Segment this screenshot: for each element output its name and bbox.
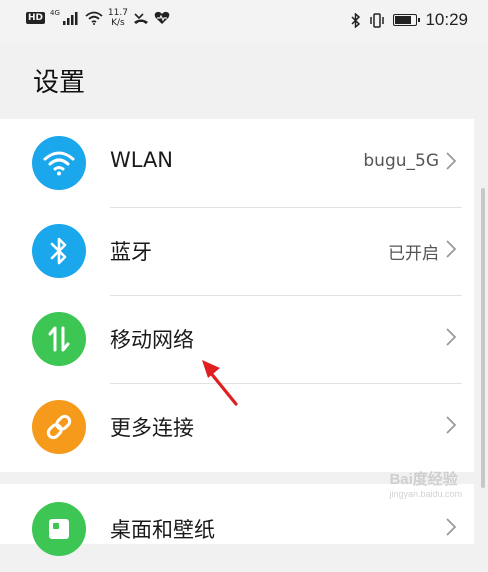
status-left: HD 4G 11.7 K/s — [26, 8, 170, 28]
health-icon — [154, 11, 170, 24]
status-bar: HD 4G 11.7 K/s 10:29 — [0, 0, 488, 42]
missed-call-icon — [133, 13, 148, 24]
vibrate-icon — [370, 12, 385, 28]
battery-icon — [393, 14, 421, 26]
scrollbar[interactable] — [481, 188, 485, 488]
settings-item-label: 蓝牙 — [110, 240, 152, 264]
network-speed: 11.7 K/s — [108, 8, 128, 28]
chevron-right-icon — [446, 240, 457, 258]
page-title: 设置 — [33, 68, 86, 98]
chevron-right-icon — [446, 152, 457, 170]
chevron-right-icon — [446, 328, 457, 346]
link-icon — [32, 400, 86, 454]
settings-item-label: 移动网络 — [110, 328, 194, 352]
chevron-right-icon — [446, 416, 457, 434]
settings-item-wlan[interactable]: WLAN bugu_5G — [0, 119, 474, 207]
chevron-right-icon — [446, 518, 457, 536]
clock: 10:29 — [425, 10, 468, 29]
wallpaper-icon — [32, 502, 86, 556]
bluetooth-icon — [32, 224, 86, 278]
watermark: Bai度经验 jingyan.baidu.com — [389, 468, 462, 499]
signal-icon — [62, 12, 78, 25]
bluetooth-status-icon — [351, 12, 361, 28]
connectivity-settings-card: WLAN bugu_5G 蓝牙 已开启 移动网络 更多连接 — [0, 119, 474, 472]
settings-item-label: WLAN — [110, 148, 174, 172]
battery-fill — [395, 16, 412, 24]
status-right: 10:29 — [351, 10, 468, 30]
watermark-brand: Bai度经验 — [389, 471, 458, 488]
speed-value: 11.7 — [107, 8, 128, 18]
arrow-annotation — [202, 360, 238, 406]
network-type: 4G — [50, 9, 60, 17]
settings-item-value: 已开启 — [388, 244, 439, 264]
settings-item-label: 更多连接 — [110, 416, 194, 440]
speed-unit: K/s — [111, 18, 125, 28]
settings-item-value: bugu_5G — [363, 151, 439, 171]
wifi-icon — [32, 136, 86, 190]
watermark-url: jingyan.baidu.com — [389, 489, 462, 499]
mobile-data-icon — [32, 312, 86, 366]
settings-item-bluetooth[interactable]: 蓝牙 已开启 — [0, 207, 474, 295]
settings-item-label: 桌面和壁纸 — [110, 518, 215, 542]
wifi-status-icon — [85, 11, 103, 25]
hd-badge: HD — [26, 12, 46, 24]
